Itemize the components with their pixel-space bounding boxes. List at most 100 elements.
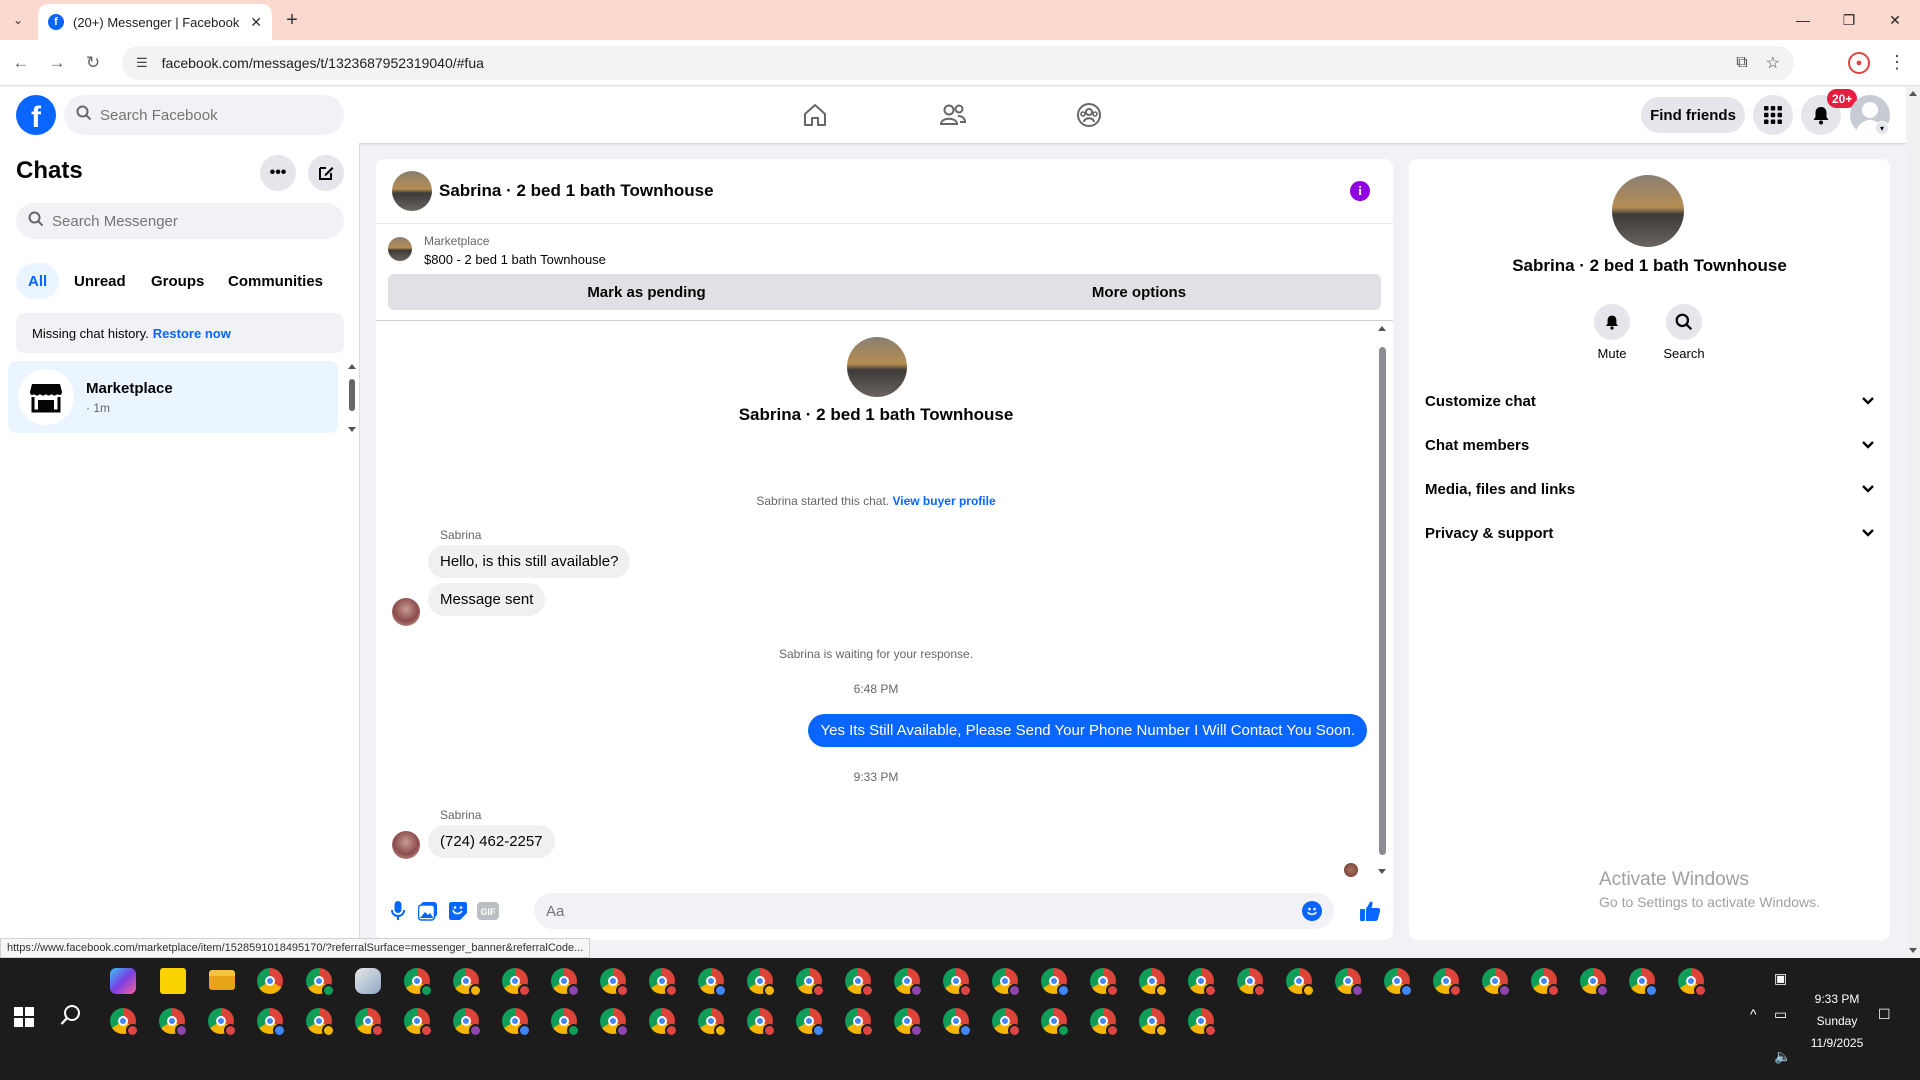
conversation-profile-photo[interactable]: [847, 337, 907, 397]
notification-center-icon[interactable]: ☐: [1878, 1006, 1891, 1023]
file-explorer-icon[interactable]: [209, 970, 235, 990]
chrome-profile-icon[interactable]: [747, 1008, 776, 1037]
network-icon[interactable]: ▭: [1774, 1006, 1787, 1023]
groups-icon[interactable]: [1069, 95, 1109, 135]
incoming-message-bubble[interactable]: Hello, is this still available?: [428, 545, 631, 578]
browser-tab-active[interactable]: f (20+) Messenger | Facebook ✕: [38, 4, 272, 40]
search-in-chat-button[interactable]: Search: [1654, 304, 1714, 361]
forward-icon[interactable]: →: [44, 50, 70, 76]
privacy-support-section[interactable]: Privacy & support: [1425, 511, 1875, 555]
sender-avatar[interactable]: [392, 831, 420, 859]
chrome-profile-icon[interactable]: [845, 968, 874, 997]
chrome-profile-icon[interactable]: [943, 1008, 972, 1037]
messenger-search[interactable]: [16, 203, 344, 239]
chrome-profile-icon[interactable]: [1433, 968, 1462, 997]
bookmark-star-icon[interactable]: ☆: [1766, 53, 1780, 73]
chat-members-section[interactable]: Chat members: [1425, 423, 1875, 467]
info-profile-photo[interactable]: [1612, 175, 1684, 247]
chrome-profile-icon[interactable]: [306, 968, 335, 997]
messenger-search-input[interactable]: [52, 212, 332, 230]
chrome-profile-icon[interactable]: [992, 968, 1021, 997]
chrome-profile-icon[interactable]: [600, 968, 629, 997]
chrome-profile-icon[interactable]: [1090, 1008, 1119, 1037]
tab-close-icon[interactable]: ✕: [250, 14, 262, 31]
chrome-profile-icon[interactable]: [1041, 1008, 1070, 1037]
minimize-icon[interactable]: —: [1780, 6, 1826, 34]
more-options-button[interactable]: More options: [897, 274, 1381, 310]
chrome-profile-icon[interactable]: [1482, 968, 1511, 997]
photo-attach-icon[interactable]: [416, 899, 440, 923]
listing-title[interactable]: $800 - 2 bed 1 bath Townhouse: [424, 252, 606, 267]
chat-list-scrollbar[interactable]: [346, 361, 358, 435]
new-tab-icon[interactable]: +: [280, 8, 304, 32]
chrome-profile-icon[interactable]: [1286, 968, 1315, 997]
filter-tab-communities[interactable]: Communities: [216, 263, 335, 299]
tray-device-icon[interactable]: ▣: [1774, 970, 1787, 987]
filter-tab-groups[interactable]: Groups: [139, 263, 216, 299]
chrome-profile-icon[interactable]: [992, 1008, 1021, 1037]
facebook-search[interactable]: [64, 95, 344, 135]
mark-as-pending-button[interactable]: Mark as pending: [388, 274, 905, 310]
chrome-profile-icon[interactable]: [159, 1008, 188, 1037]
filter-tab-unread[interactable]: Unread: [62, 263, 138, 299]
tray-overflow-chevron-icon[interactable]: ^: [1750, 1006, 1757, 1022]
chrome-profile-icon[interactable]: [453, 968, 482, 997]
address-bar[interactable]: ☰ facebook.com/messages/t/13236879523190…: [122, 46, 1794, 80]
mute-button[interactable]: Mute: [1582, 304, 1642, 361]
chrome-profile-icon[interactable]: [1384, 968, 1413, 997]
chrome-profile-icon[interactable]: [649, 968, 678, 997]
friends-icon[interactable]: [933, 95, 973, 135]
facebook-search-input[interactable]: [100, 106, 332, 124]
chrome-profile-icon[interactable]: [698, 1008, 727, 1037]
sticker-icon[interactable]: [446, 899, 470, 923]
chrome-profile-icon[interactable]: [404, 968, 433, 997]
chrome-profile-icon[interactable]: [698, 968, 727, 997]
sticky-notes-icon[interactable]: [160, 968, 186, 994]
new-message-compose-icon[interactable]: [308, 155, 344, 191]
site-info-icon[interactable]: ☰: [136, 55, 148, 71]
chat-list-item[interactable]: Marketplace · 1m: [8, 361, 338, 433]
conversation-avatar[interactable]: [392, 171, 432, 211]
copilot-icon[interactable]: [110, 968, 136, 994]
chrome-profile-icon[interactable]: [600, 1008, 629, 1037]
account-chevron-icon[interactable]: ▾: [1875, 121, 1889, 135]
chrome-profile-icon[interactable]: [1188, 968, 1217, 997]
more-options-dots-icon[interactable]: •••: [260, 155, 296, 191]
media-files-links-section[interactable]: Media, files and links: [1425, 467, 1875, 511]
chrome-profile-icon[interactable]: [1188, 1008, 1217, 1037]
chrome-profile-icon[interactable]: [894, 1008, 923, 1037]
chrome-profile-icon[interactable]: [1139, 968, 1168, 997]
tab-search-chevron-icon[interactable]: ⌄: [6, 8, 30, 32]
chrome-profile-icon[interactable]: [1580, 968, 1609, 997]
message-input-field[interactable]: [534, 893, 1334, 929]
back-icon[interactable]: ←: [8, 50, 34, 76]
emoji-icon[interactable]: [1302, 901, 1322, 921]
listing-thumbnail[interactable]: [388, 237, 412, 261]
chrome-profile-icon[interactable]: [1237, 968, 1266, 997]
chrome-profile-icon[interactable]: [257, 1008, 286, 1037]
chrome-profile-icon[interactable]: [110, 1008, 139, 1037]
chrome-profile-icon[interactable]: [796, 1008, 825, 1037]
gif-icon[interactable]: GIF: [476, 899, 500, 923]
conversation-scrollbar[interactable]: [1375, 323, 1389, 877]
view-buyer-profile-link[interactable]: View buyer profile: [892, 494, 995, 508]
chrome-profile-icon[interactable]: [1678, 968, 1707, 997]
chrome-profile-icon[interactable]: [1531, 968, 1560, 997]
sender-avatar[interactable]: [392, 598, 420, 626]
home-icon[interactable]: [795, 95, 835, 135]
chrome-profile-icon[interactable]: [1090, 968, 1119, 997]
find-friends-button[interactable]: Find friends: [1641, 97, 1745, 133]
outgoing-message-bubble[interactable]: Yes Its Still Available, Please Send You…: [808, 714, 1367, 747]
chrome-profile-icon[interactable]: [551, 968, 580, 997]
microphone-icon[interactable]: [386, 899, 410, 923]
chrome-profile-icon[interactable]: [1335, 968, 1364, 997]
chrome-profile-icon[interactable]: [208, 1008, 237, 1037]
conversation-info-icon[interactable]: i: [1350, 181, 1370, 201]
chrome-profile-icon[interactable]: [355, 1008, 384, 1037]
customize-chat-section[interactable]: Customize chat: [1425, 379, 1875, 423]
chrome-profile-icon[interactable]: [894, 968, 923, 997]
chrome-profile-icon[interactable]: [551, 1008, 580, 1037]
chrome-profile-icon[interactable]: [306, 1008, 335, 1037]
filter-tab-all[interactable]: All: [16, 263, 60, 299]
conversation-title[interactable]: Sabrina · 2 bed 1 bath Townhouse: [439, 181, 714, 201]
